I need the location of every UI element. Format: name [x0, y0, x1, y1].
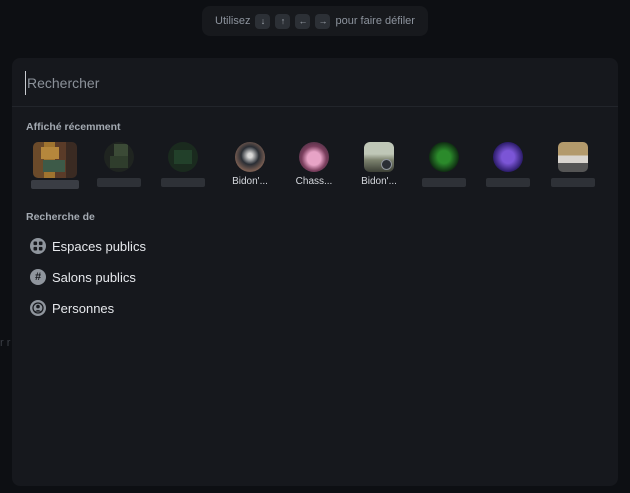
recent-item[interactable]: [544, 142, 602, 192]
arrow-left-key-icon: ←: [295, 13, 311, 29]
search-option-label: Personnes: [52, 300, 115, 316]
scroll-hint-suffix: pour faire défiler: [335, 15, 415, 27]
recent-item-label: [97, 178, 141, 187]
arrow-down-key-icon: ↓: [255, 13, 271, 29]
person-icon: [30, 300, 46, 316]
recent-item[interactable]: Bidon'...: [221, 142, 279, 192]
recent-item-label: [31, 180, 79, 189]
room-avatar-icon: [364, 142, 394, 172]
recent-item[interactable]: Bidon'...: [350, 142, 408, 192]
search-option-label: Espaces publics: [52, 238, 146, 254]
blurred-avatar-icon: [104, 142, 134, 172]
room-avatar-icon: [235, 142, 265, 172]
recent-item-label: [486, 178, 530, 187]
hash-icon: #: [30, 269, 46, 285]
recent-item[interactable]: [26, 142, 84, 192]
room-avatar-icon: [299, 142, 329, 172]
recent-item[interactable]: [479, 142, 537, 192]
arrow-up-key-icon: ↑: [275, 13, 291, 29]
recent-item-label: Bidon'...: [232, 176, 268, 187]
recent-item[interactable]: [154, 142, 212, 192]
background-text-fragment: r r: [0, 337, 11, 349]
recent-item[interactable]: Chass...: [285, 142, 343, 192]
search-option-people[interactable]: Personnes: [30, 297, 114, 319]
search-option-public-rooms[interactable]: # Salons publics: [30, 266, 136, 288]
blurred-avatar-icon: [493, 142, 523, 172]
search-option-public-spaces[interactable]: Espaces publics: [30, 235, 146, 257]
search-input[interactable]: [25, 71, 589, 95]
search-option-label: Salons publics: [52, 269, 136, 285]
search-bar: [12, 58, 618, 107]
search-for-section-title: Recherche de: [26, 211, 95, 223]
arrow-right-key-icon: →: [315, 13, 331, 29]
blurred-avatar-icon: [558, 142, 588, 172]
recent-item-label: Bidon'...: [361, 176, 397, 187]
recent-item[interactable]: [415, 142, 473, 192]
recent-item-label: [422, 178, 466, 187]
recent-item-label: Chass...: [295, 176, 333, 187]
blurred-avatar-icon: [33, 142, 77, 178]
recent-list: Bidon'... Chass... Bidon'...: [26, 142, 618, 192]
scroll-hint-prefix: Utilisez: [215, 15, 251, 27]
blurred-avatar-icon: [429, 142, 459, 172]
scroll-hint: Utilisez ↓ ↑ ← → pour faire défiler: [202, 6, 428, 36]
recent-section-title: Affiché récemment: [26, 121, 121, 133]
recent-item[interactable]: [90, 142, 148, 192]
blurred-avatar-icon: [168, 142, 198, 172]
search-dialog: Affiché récemment Bi: [12, 58, 618, 486]
recent-item-label: [551, 178, 595, 187]
spaces-icon: [30, 238, 46, 254]
recent-item-label: [161, 178, 205, 187]
